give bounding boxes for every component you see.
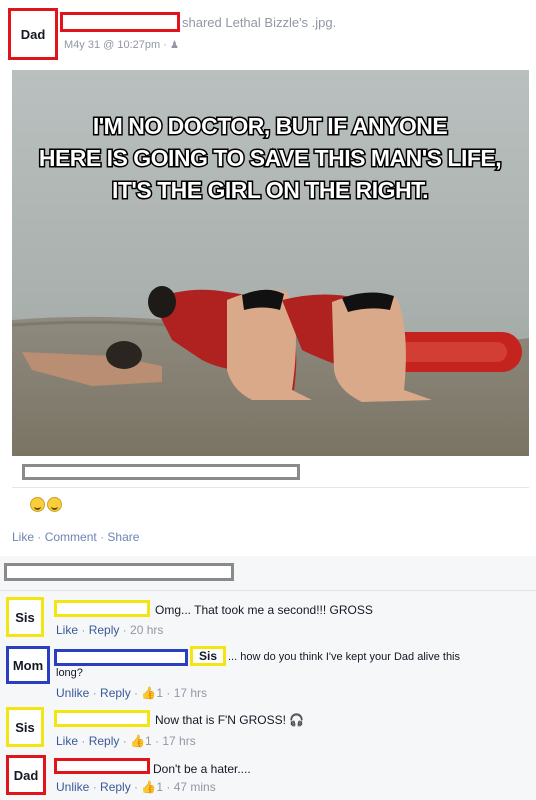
- comment-reply-link[interactable]: Reply: [89, 734, 120, 748]
- likes-summary-redacted: [4, 563, 234, 581]
- post-action-text: shared Lethal Bizzle's .jpg.: [182, 15, 336, 30]
- comment-text-label: Now that is F'N GROSS!: [155, 713, 286, 727]
- comment-unlike-link[interactable]: Unlike: [56, 780, 89, 794]
- thumbs-up-icon: 👍: [141, 780, 157, 794]
- comment-reply-link[interactable]: Reply: [100, 686, 131, 700]
- comment-unlike-link[interactable]: Unlike: [56, 686, 89, 700]
- caption-redacted: [22, 464, 300, 480]
- mom-avatar-tag[interactable]: Mom: [6, 646, 50, 684]
- headphones-emoji-icon: 🎧: [289, 713, 305, 727]
- mom-tag-label: Mom: [12, 657, 44, 673]
- sis-avatar-tag[interactable]: Sis: [6, 707, 44, 747]
- sis-name-redacted[interactable]: [54, 600, 150, 617]
- laughing-emoji-icon: [47, 497, 62, 512]
- sis-name-redacted[interactable]: [54, 710, 150, 727]
- thumbs-up-icon: 👍: [130, 734, 145, 748]
- dad-name-redacted[interactable]: [54, 758, 150, 774]
- dad-avatar-tag[interactable]: Dad: [8, 8, 58, 60]
- comment-actions: Unlike · Reply · 👍1 · 47 mins: [56, 780, 216, 794]
- comment-like-count[interactable]: 1: [156, 686, 163, 700]
- timestamp-label: M4y 31 @ 10:27pm ·: [64, 39, 167, 51]
- meme-line-3: IT'S THE GIRL ON THE RIGHT.: [112, 177, 428, 203]
- sis-avatar-tag[interactable]: Sis: [6, 597, 44, 637]
- dad-tag-label: Dad: [13, 767, 39, 783]
- sis-mention-label: Sis: [198, 649, 217, 663]
- dad-tag-label: Dad: [20, 26, 46, 42]
- comment-like-count[interactable]: 1: [156, 780, 163, 794]
- like-link[interactable]: Like: [12, 530, 34, 544]
- comment-text: Now that is F'N GROSS! 🎧: [155, 713, 304, 727]
- comment-like-link[interactable]: Like: [56, 623, 78, 637]
- comment-actions: Like · Reply · 20 hrs: [56, 623, 164, 637]
- share-link[interactable]: Share: [107, 530, 139, 544]
- comment-text: Omg... That took me a second!!! GROSS: [155, 603, 373, 617]
- comment-time[interactable]: 17 hrs: [162, 734, 195, 748]
- comment-text-line-1: ... how do you think I've kept your Dad …: [228, 651, 460, 663]
- laughing-emoji-icon: [30, 497, 45, 512]
- sis-tag-label: Sis: [15, 609, 35, 625]
- friends-icon: ♟: [169, 40, 179, 51]
- comment-text: Don't be a hater....: [153, 762, 251, 776]
- post-image[interactable]: I'M NO DOCTOR, BUT IF ANYONE HERE IS GOI…: [12, 70, 529, 456]
- comment-actions: Unlike · Reply · 👍1 · 17 hrs: [56, 686, 208, 700]
- comment-time[interactable]: 20 hrs: [130, 623, 163, 637]
- comment-like-count[interactable]: 1: [145, 734, 152, 748]
- meme-picture: I'M NO DOCTOR, BUT IF ANYONE HERE IS GOI…: [12, 70, 529, 456]
- sis-tag-label: Sis: [15, 719, 35, 735]
- meme-line-2: HERE IS GOING TO SAVE THIS MAN'S LIFE,: [39, 145, 501, 171]
- comment-actions: Like · Reply · 👍1 · 17 hrs: [56, 734, 196, 748]
- comment-time[interactable]: 47 mins: [174, 780, 216, 794]
- author-name-redacted[interactable]: [60, 12, 180, 32]
- sis-mention-tag[interactable]: Sis: [190, 646, 226, 666]
- post-actions-bar: Like · Comment · Share: [12, 530, 140, 544]
- post-action-label: shared Lethal Bizzle's .jpg.: [182, 15, 337, 30]
- post-timestamp[interactable]: M4y 31 @ 10:27pm · ♟: [64, 39, 179, 51]
- comment-text-line-2: long?: [56, 667, 83, 679]
- dad-avatar-tag[interactable]: Dad: [6, 755, 46, 795]
- comment-like-link[interactable]: Like: [56, 734, 78, 748]
- comment-reply-link[interactable]: Reply: [100, 780, 131, 794]
- comment-link[interactable]: Comment: [45, 530, 97, 544]
- comment-time[interactable]: 17 hrs: [174, 686, 207, 700]
- mom-name-redacted[interactable]: [54, 649, 188, 666]
- meme-line-1: I'M NO DOCTOR, BUT IF ANYONE: [93, 113, 448, 139]
- comment-reply-link[interactable]: Reply: [89, 623, 120, 637]
- thumbs-up-icon: 👍: [141, 686, 157, 700]
